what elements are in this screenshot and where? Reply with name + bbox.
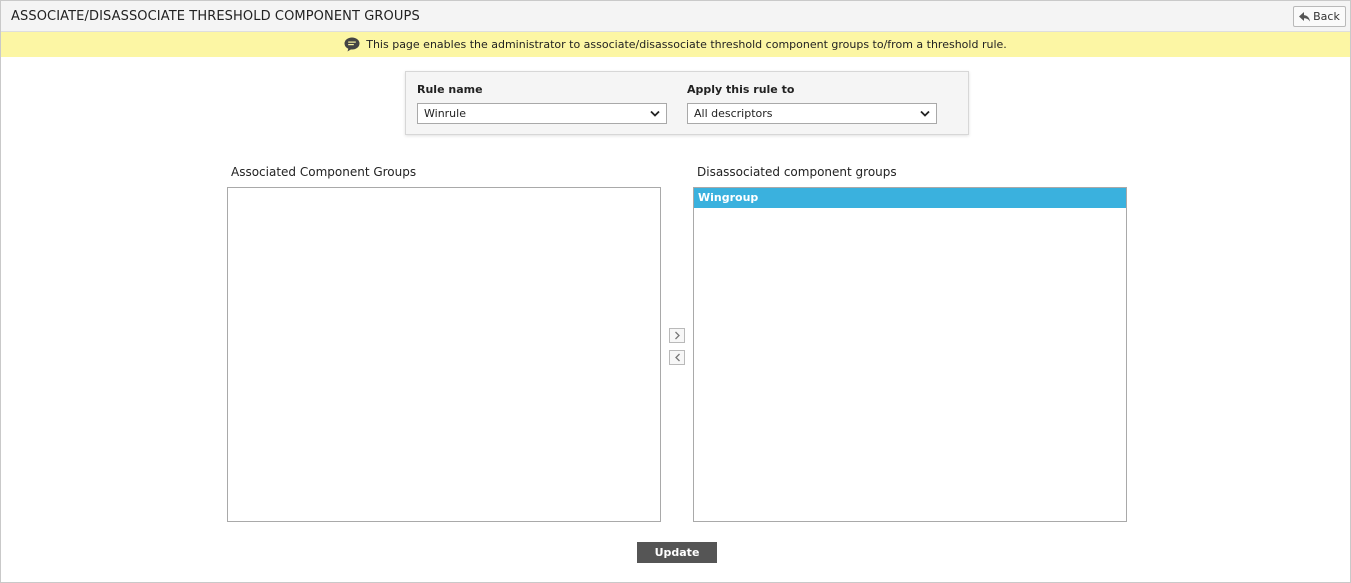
speech-bubble-icon [344, 37, 360, 52]
chevron-down-icon [650, 110, 660, 117]
back-button-label: Back [1313, 10, 1340, 23]
info-bar: This page enables the administrator to a… [1, 32, 1350, 57]
info-text: This page enables the administrator to a… [366, 38, 1007, 51]
move-right-button[interactable] [669, 328, 685, 343]
apply-rule-value: All descriptors [694, 107, 773, 120]
page-header: ASSOCIATE/DISASSOCIATE THRESHOLD COMPONE… [1, 1, 1350, 32]
apply-rule-label: Apply this rule to [687, 83, 795, 96]
chevron-down-icon [920, 110, 930, 117]
move-left-button[interactable] [669, 350, 685, 365]
back-button[interactable]: Back [1293, 6, 1346, 27]
rule-name-value: Winrule [424, 107, 466, 120]
back-arrow-icon [1299, 11, 1311, 21]
disassociated-groups-list[interactable]: Wingroup [693, 187, 1127, 522]
rule-name-select[interactable]: Winrule [417, 103, 667, 124]
chevron-right-icon [674, 331, 680, 340]
page-title: ASSOCIATE/DISASSOCIATE THRESHOLD COMPONE… [11, 9, 420, 24]
page-frame: ASSOCIATE/DISASSOCIATE THRESHOLD COMPONE… [0, 0, 1351, 583]
rule-selection-panel: Rule name Winrule Apply this rule to All… [405, 71, 969, 135]
disassociated-groups-title: Disassociated component groups [697, 165, 897, 179]
associated-groups-list[interactable] [227, 187, 661, 522]
rule-name-label: Rule name [417, 83, 483, 96]
list-item[interactable]: Wingroup [694, 188, 1126, 208]
associated-groups-title: Associated Component Groups [231, 165, 417, 179]
chevron-left-icon [674, 353, 680, 362]
update-button[interactable]: Update [637, 542, 717, 563]
apply-rule-select[interactable]: All descriptors [687, 103, 937, 124]
